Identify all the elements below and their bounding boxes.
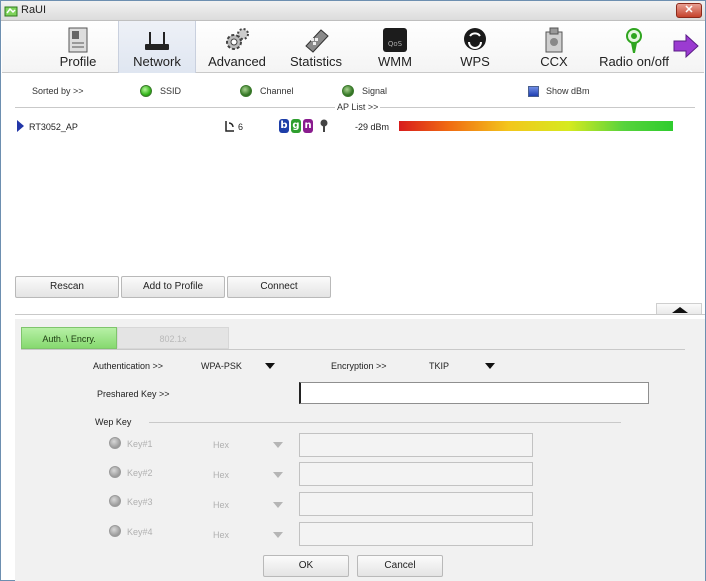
tab-8021x[interactable]: 802.1x bbox=[117, 327, 229, 349]
toolbar-item-wmm[interactable]: QoS WMM bbox=[356, 21, 434, 73]
encryption-dropdown-icon[interactable] bbox=[485, 363, 495, 369]
channel-antenna-icon bbox=[225, 121, 234, 132]
key4-format-dropdown-icon[interactable] bbox=[273, 532, 283, 538]
toolbar-item-wps[interactable]: WPS bbox=[436, 21, 514, 73]
window-title: RaUI bbox=[21, 4, 47, 16]
wep-key-divider bbox=[149, 422, 621, 423]
preshared-key-label: Preshared Key >> bbox=[97, 389, 170, 399]
title-bar: RaUI ✕ bbox=[1, 1, 705, 21]
sort-ssid-radio[interactable] bbox=[140, 85, 152, 97]
tab-divider bbox=[21, 349, 685, 350]
toolbar-label: WMM bbox=[378, 54, 412, 69]
sort-bar: Sorted by >> SSID Channel Signal Show dB… bbox=[2, 79, 704, 103]
signal-strength-bar bbox=[399, 121, 673, 131]
show-dbm-checkbox[interactable] bbox=[528, 86, 539, 97]
selected-arrow-icon bbox=[17, 120, 24, 132]
security-panel: Auth. \ Encry. 802.1x Authentication >> … bbox=[15, 319, 705, 581]
key4-label: Key#4 bbox=[127, 527, 153, 537]
tab-auth-encryption[interactable]: Auth. \ Encry. bbox=[21, 327, 117, 349]
app-icon bbox=[4, 6, 18, 17]
toolbar-label: Network bbox=[133, 54, 181, 69]
radio-icon bbox=[626, 28, 642, 53]
toolbar-label: Statistics bbox=[289, 54, 342, 69]
key4-input[interactable] bbox=[299, 522, 533, 546]
network-icon bbox=[145, 32, 169, 50]
toolbar-item-radio[interactable]: Radio on/off bbox=[594, 21, 674, 73]
key1-input[interactable] bbox=[299, 433, 533, 457]
key3-label: Key#3 bbox=[127, 497, 153, 507]
collapse-up-icon bbox=[672, 307, 688, 313]
mode-n-badge: n bbox=[303, 119, 313, 133]
window: RaUI ✕ Profile Network Advanced Statisti… bbox=[0, 0, 706, 581]
toolbar-item-statistics[interactable]: Statistics bbox=[276, 21, 356, 73]
more-arrow-icon[interactable] bbox=[672, 33, 700, 59]
ap-list[interactable]: RT3052_AP 6 b g n -29 dBm bbox=[15, 113, 695, 273]
mode-b-badge: b bbox=[279, 119, 289, 133]
toolbar-label: Advanced bbox=[208, 54, 266, 69]
key2-input[interactable] bbox=[299, 462, 533, 486]
wep-key-label: Wep Key bbox=[95, 417, 132, 427]
key4-radio[interactable] bbox=[109, 525, 121, 537]
key2-radio[interactable] bbox=[109, 466, 121, 478]
ap-list-title: AP List >> bbox=[335, 102, 381, 112]
sort-label: Sorted by >> bbox=[32, 86, 84, 96]
sort-ssid-label: SSID bbox=[160, 86, 182, 96]
preshared-key-input[interactable] bbox=[299, 382, 649, 404]
mode-g-badge: g bbox=[291, 119, 301, 133]
key4-format-select[interactable]: Hex bbox=[213, 530, 229, 540]
ap-signal-strength: -29 dBm bbox=[355, 122, 390, 132]
toolbar-label: Profile bbox=[59, 54, 97, 69]
toolbar-item-ccx[interactable]: CCX bbox=[514, 21, 594, 73]
wmm-icon: QoS bbox=[383, 28, 407, 52]
toolbar-label: CCX bbox=[540, 54, 568, 69]
key2-format-dropdown-icon[interactable] bbox=[273, 472, 283, 478]
section-divider bbox=[15, 314, 705, 315]
rescan-button[interactable]: Rescan bbox=[15, 276, 119, 298]
advanced-gears-icon bbox=[226, 28, 249, 50]
authentication-label: Authentication >> bbox=[93, 361, 164, 371]
wps-icon bbox=[464, 28, 486, 50]
svg-text:QoS: QoS bbox=[388, 40, 403, 48]
key2-format-select[interactable]: Hex bbox=[213, 470, 229, 480]
key2-label: Key#2 bbox=[127, 468, 153, 478]
authentication-select[interactable]: WPA-PSK bbox=[201, 361, 242, 371]
encryption-label: Encryption >> bbox=[331, 361, 387, 371]
sort-signal-radio[interactable] bbox=[342, 85, 354, 97]
key1-format-dropdown-icon[interactable] bbox=[273, 442, 283, 448]
key1-format-select[interactable]: Hex bbox=[213, 440, 229, 450]
profile-icon bbox=[68, 27, 88, 53]
key1-radio[interactable] bbox=[109, 437, 121, 449]
key3-input[interactable] bbox=[299, 492, 533, 516]
ap-list-row[interactable]: RT3052_AP 6 b g n -29 dBm bbox=[15, 119, 695, 135]
add-to-profile-button[interactable]: Add to Profile bbox=[121, 276, 225, 298]
key1-label: Key#1 bbox=[127, 439, 153, 449]
toolbar: Profile Network Advanced Statistics QoS … bbox=[2, 21, 704, 73]
toolbar-item-profile[interactable]: Profile bbox=[38, 21, 118, 73]
ccx-icon bbox=[545, 27, 563, 53]
key3-format-select[interactable]: Hex bbox=[213, 500, 229, 510]
toolbar-label: WPS bbox=[460, 54, 490, 69]
toolbar-item-advanced[interactable]: Advanced bbox=[198, 21, 276, 73]
sort-signal-label: Signal bbox=[362, 86, 388, 96]
sort-channel-label: Channel bbox=[260, 86, 294, 96]
statistics-icon bbox=[305, 29, 329, 53]
ok-button[interactable]: OK bbox=[263, 555, 349, 577]
cancel-button[interactable]: Cancel bbox=[357, 555, 443, 577]
close-button[interactable]: ✕ bbox=[676, 3, 702, 18]
toolbar-item-network[interactable]: Network bbox=[118, 21, 196, 73]
sort-channel-radio[interactable] bbox=[240, 85, 252, 97]
ap-ssid: RT3052_AP bbox=[29, 122, 78, 132]
ap-channel: 6 bbox=[238, 122, 244, 132]
key3-format-dropdown-icon[interactable] bbox=[273, 502, 283, 508]
encryption-select[interactable]: TKIP bbox=[429, 361, 449, 371]
authentication-dropdown-icon[interactable] bbox=[265, 363, 275, 369]
key3-radio[interactable] bbox=[109, 495, 121, 507]
show-dbm-label: Show dBm bbox=[546, 86, 590, 96]
toolbar-label: Radio on/off bbox=[599, 54, 669, 69]
connect-button[interactable]: Connect bbox=[227, 276, 331, 298]
lock-icon bbox=[320, 119, 328, 132]
